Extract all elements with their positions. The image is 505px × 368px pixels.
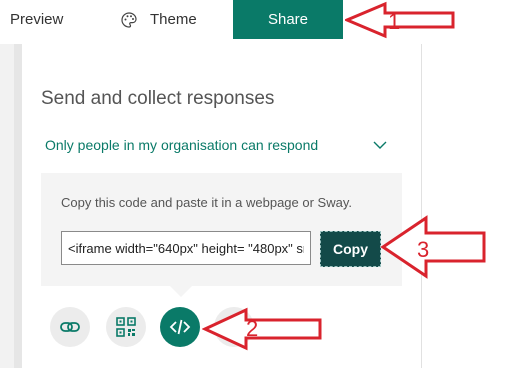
embed-code-input[interactable] [61,231,311,265]
callout-arrow-3 [380,215,486,279]
tab-share[interactable]: Share [233,0,343,39]
tab-share-label: Share [267,11,309,28]
embed-hint-text: Copy this code and paste it in a webpage… [61,195,352,210]
callout-number-3: 3 [417,237,430,262]
tab-preview-label: Preview [10,11,64,28]
share-embed-button[interactable] [160,307,200,347]
embed-code-icon [169,316,191,338]
callout-arrow-1 [345,1,455,39]
embed-code-box [41,173,402,286]
share-panel-border [421,44,422,368]
tab-preview[interactable]: Preview [10,0,63,39]
link-icon [59,316,81,338]
embed-box-pointer [170,286,192,297]
qr-code-icon [115,316,137,338]
tab-theme-label: Theme [150,11,197,28]
audience-dropdown-value: Only people in my organisation can respo… [45,137,319,153]
callout-number-1: 1 [388,9,401,34]
send-collect-heading: Send and collect responses [41,88,275,109]
copy-button[interactable]: Copy [320,231,381,267]
left-panel-edge [14,44,22,368]
audience-dropdown[interactable]: Only people in my organisation can respo… [45,137,395,153]
chevron-down-icon[interactable] [373,137,387,149]
callout-arrow-2 [202,307,322,351]
share-qr-button[interactable] [106,307,146,347]
share-link-button[interactable] [50,307,90,347]
tab-theme[interactable]: Theme [120,0,197,39]
palette-icon [120,11,138,29]
callout-number-2: 2 [246,316,259,341]
